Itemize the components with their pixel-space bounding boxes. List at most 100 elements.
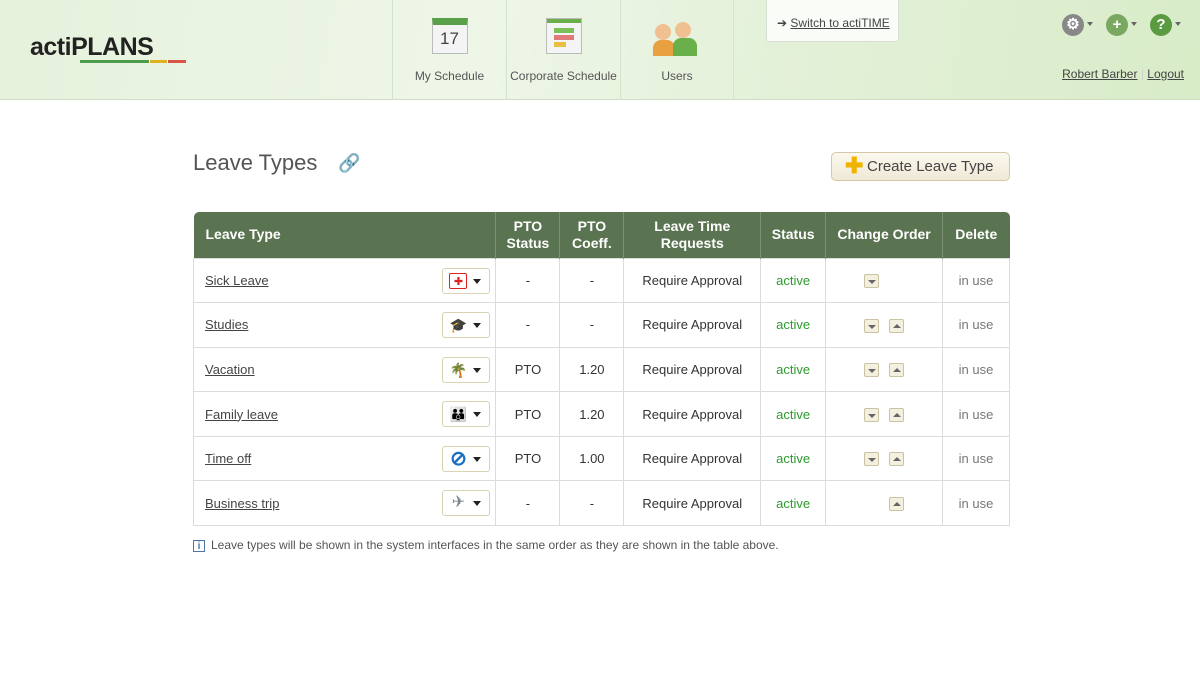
pto-status-cell: - <box>495 480 561 527</box>
change-order-cell <box>825 302 943 348</box>
chevron-down-icon[interactable] <box>1131 22 1137 26</box>
airplane-icon: ✈ <box>451 494 466 512</box>
nav-label: Corporate Schedule <box>510 69 617 83</box>
status-cell: active <box>760 346 827 393</box>
delete-cell: in use <box>942 346 1010 393</box>
col-status: Status <box>760 212 826 258</box>
status-cell: active <box>760 435 827 482</box>
switch-label: Switch to actiTIME <box>790 16 890 30</box>
leave-icon-select[interactable]: ✚ <box>442 267 491 294</box>
family-icon: 👪 <box>449 406 468 423</box>
help-icon[interactable]: ? <box>1150 14 1172 36</box>
leave-icon-select[interactable]: 👪 <box>442 401 491 428</box>
move-up-button[interactable] <box>889 497 905 512</box>
pto-status-cell: PTO <box>495 346 561 393</box>
status-cell: active <box>760 480 827 527</box>
chevron-down-icon <box>473 278 482 284</box>
chevron-down-icon[interactable] <box>1175 22 1181 26</box>
col-delete: Delete <box>942 212 1010 258</box>
note-text: Leave types will be shown in the system … <box>211 538 779 552</box>
pto-coeff-cell: 1.20 <box>559 346 625 393</box>
chevron-down-icon <box>473 456 482 462</box>
move-down-button[interactable] <box>864 274 880 289</box>
corporate-calendar-icon <box>545 18 582 54</box>
top-header: actiPLANS 17 My Schedule Corporate Sched… <box>0 0 1200 100</box>
change-order-cell <box>825 346 943 393</box>
create-label: Create Leave Type <box>867 158 994 175</box>
requests-cell: Require Approval <box>623 435 762 482</box>
leave-types-table: Leave Type PTO Status PTO Coeff. Leave T… <box>192 212 1010 527</box>
actiplans-logo[interactable]: actiPLANS <box>30 33 186 63</box>
delete-cell: in use <box>942 391 1010 437</box>
chevron-down-icon <box>473 367 482 373</box>
table-row: Studies 🎓 - - Require Approval active in … <box>192 302 1010 348</box>
chevron-down-icon[interactable] <box>1087 22 1093 26</box>
delete-cell: in use <box>942 435 1010 482</box>
nav-my-schedule[interactable]: 17 My Schedule <box>392 0 506 100</box>
info-note: i Leave types will be shown in the system… <box>193 538 779 552</box>
leave-type-link[interactable]: Vacation <box>205 362 255 377</box>
nav-users[interactable]: Users <box>620 0 734 100</box>
leave-type-cell: Time off ⊘ <box>192 435 497 482</box>
move-up-button[interactable] <box>889 318 905 333</box>
leave-type-link[interactable]: Time off <box>205 451 251 466</box>
user-name-link[interactable]: Robert Barber <box>1062 67 1137 81</box>
leave-icon-select[interactable]: 🌴 <box>442 356 491 383</box>
change-order-cell <box>825 257 943 304</box>
move-up-button[interactable] <box>889 452 905 467</box>
medical-cross-icon: ✚ <box>449 272 468 289</box>
leave-type-link[interactable]: Business trip <box>205 496 279 511</box>
prohibited-icon: ⊘ <box>450 447 467 470</box>
requests-cell: Require Approval <box>623 391 762 437</box>
col-change-order: Change Order <box>825 212 943 258</box>
add-icon[interactable]: + <box>1106 14 1128 36</box>
pto-status-cell: PTO <box>495 391 561 437</box>
requests-cell: Require Approval <box>623 480 762 527</box>
info-icon: i <box>193 540 205 552</box>
create-leave-type-button[interactable]: ✚ Create Leave Type <box>831 152 1010 181</box>
col-pto-coeff: PTO Coeff. <box>559 212 624 258</box>
change-order-cell <box>825 480 943 527</box>
move-up-button[interactable] <box>889 363 905 378</box>
chevron-down-icon <box>473 412 482 418</box>
settings-gear-icon[interactable]: ⚙ <box>1062 14 1084 36</box>
col-pto-status: PTO Status <box>495 212 560 258</box>
nav-corporate-schedule[interactable]: Corporate Schedule <box>506 0 620 100</box>
nav-label: Users <box>661 69 693 83</box>
move-down-button[interactable] <box>864 452 880 467</box>
link-icon[interactable]: 🔗 <box>338 153 360 174</box>
leave-icon-select[interactable]: ⊘ <box>442 445 491 472</box>
col-leave-type: Leave Type <box>193 212 496 258</box>
chevron-down-icon <box>473 323 482 329</box>
leave-icon-select[interactable]: ✈ <box>442 490 491 517</box>
requests-cell: Require Approval <box>623 346 762 393</box>
leave-type-link[interactable]: Studies <box>205 317 248 332</box>
move-up-button[interactable] <box>889 407 905 422</box>
requests-cell: Require Approval <box>623 257 762 304</box>
leave-type-cell: Family leave 👪 <box>192 391 497 437</box>
leave-type-cell: Business trip ✈ <box>192 480 497 527</box>
leave-icon-select[interactable]: 🎓 <box>442 312 491 339</box>
leave-type-cell: Studies 🎓 <box>192 302 497 348</box>
nav-label: My Schedule <box>414 69 485 83</box>
move-down-button[interactable] <box>864 407 880 422</box>
leave-type-cell: Sick Leave ✚ <box>192 257 497 304</box>
arrow-right-icon: ➔ <box>777 16 788 30</box>
users-icon <box>653 18 701 58</box>
table-row: Time off ⊘ PTO 1.00 Require Approval acti… <box>192 435 1010 482</box>
page-title: Leave Types <box>193 150 318 175</box>
leave-type-link[interactable]: Family leave <box>205 407 278 422</box>
table-row: Family leave 👪 PTO 1.20 Require Approval … <box>192 391 1010 437</box>
move-down-button[interactable] <box>864 318 880 333</box>
table-row: Vacation 🌴 PTO 1.20 Require Approval acti… <box>192 346 1010 393</box>
col-leave-time-requests: Leave Time Requests <box>623 212 761 258</box>
leave-type-link[interactable]: Sick Leave <box>205 273 269 288</box>
logout-link[interactable]: Logout <box>1147 67 1184 81</box>
chevron-down-icon <box>473 501 482 507</box>
table-row: Business trip ✈ - - Require Approval acti… <box>192 480 1010 527</box>
plus-icon: ✚ <box>845 153 864 178</box>
delete-cell: in use <box>942 257 1010 304</box>
move-down-button[interactable] <box>864 363 880 378</box>
change-order-cell <box>825 435 943 482</box>
switch-to-actitime-link[interactable]: ➔ Switch to actiTIME <box>766 0 899 42</box>
